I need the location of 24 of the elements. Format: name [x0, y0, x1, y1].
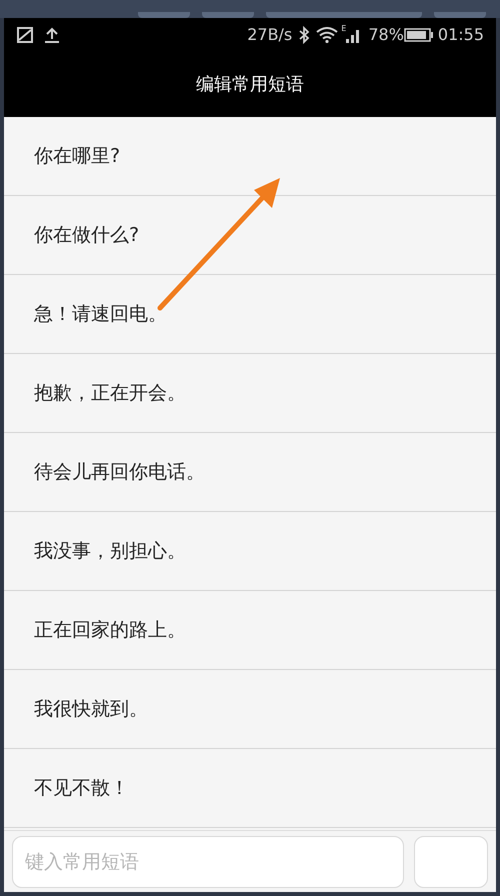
add-button[interactable]: [414, 836, 488, 888]
phrase-item[interactable]: 我没事，别担心。: [34, 536, 186, 566]
phrase-item[interactable]: 待会儿再回你电话。: [34, 458, 205, 486]
screen-title: 编辑常用短语: [196, 73, 304, 97]
battery-icon: [404, 28, 434, 42]
toolbar-tab[interactable]: [138, 12, 190, 18]
phrase-item[interactable]: 抱歉，正在开会。: [34, 378, 186, 408]
network-type: E: [341, 23, 346, 35]
bluetooth-icon: [298, 26, 310, 44]
battery-percent: 78%: [368, 24, 404, 46]
phrase-input-field[interactable]: 键入常用短语: [12, 836, 404, 888]
network-speed: 27B/s: [247, 24, 292, 46]
phrase-item[interactable]: 你在哪里?: [34, 142, 120, 170]
toolbar-tab[interactable]: [202, 12, 254, 18]
phrase-item[interactable]: 你在做什么?: [34, 220, 140, 250]
upload-icon: [44, 26, 60, 44]
clock: 01:55: [438, 24, 484, 46]
wifi-icon: [316, 27, 338, 43]
phrase-item[interactable]: 正在回家的路上。: [34, 616, 186, 644]
toolbar-tab[interactable]: [434, 12, 486, 18]
phrase-item[interactable]: 不见不散！: [34, 774, 129, 802]
toolbar-tab[interactable]: [266, 12, 422, 18]
phrase-item[interactable]: 我很快就到。: [34, 694, 148, 724]
phrase-item[interactable]: 急！请速回电。: [34, 300, 167, 328]
